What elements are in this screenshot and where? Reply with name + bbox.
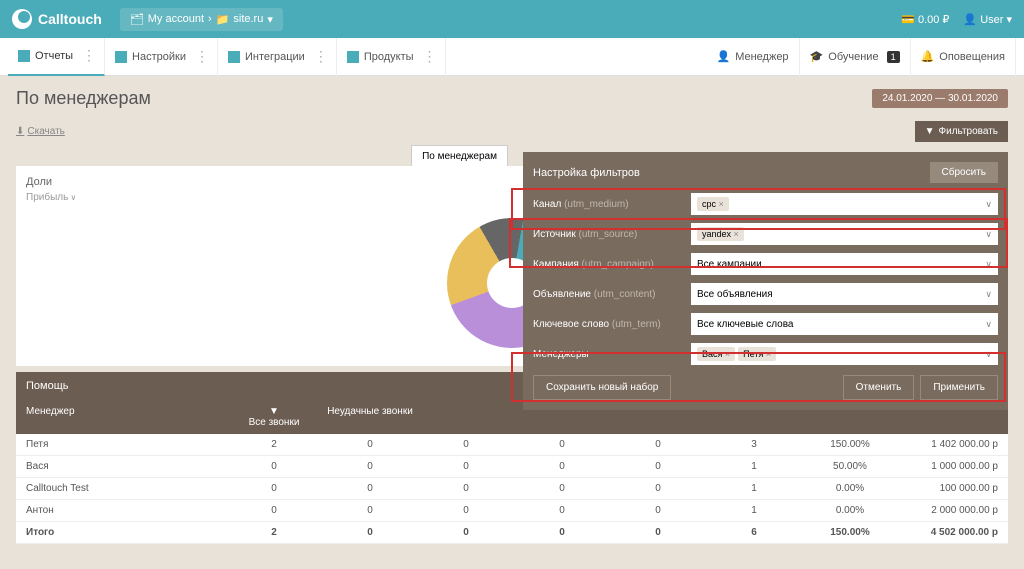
filter-btn-label: Фильтровать <box>939 126 999 137</box>
folder-icon: 📁 <box>216 13 230 26</box>
download-label: Скачать <box>27 126 65 137</box>
reset-button[interactable]: Сбросить <box>930 162 998 183</box>
filter-managers-label: Менеджеры <box>533 349 683 360</box>
tab-managers[interactable]: По менеджерам <box>411 145 508 168</box>
breadcrumb-account: My account <box>148 13 204 25</box>
tools-row: ⬇ Скачать ▼ Фильтровать <box>0 121 1024 150</box>
dots-icon[interactable]: ⋮ <box>310 48 326 65</box>
nav-training[interactable]: 🎓 Обучение1 <box>800 38 911 76</box>
filter-button[interactable]: ▼ Фильтровать <box>915 121 1008 142</box>
filter-managers-input[interactable]: ВасяПетя <box>691 343 998 365</box>
filter-campaign-input[interactable]: Все кампании <box>691 253 998 275</box>
brand-logo[interactable]: Calltouch <box>12 9 102 29</box>
breadcrumb-site: site.ru <box>233 13 263 25</box>
filter-channel-label: Канал (utm_medium) <box>533 199 683 210</box>
nav-manager[interactable]: 👤 Менеджер <box>706 38 799 76</box>
dots-icon[interactable]: ⋮ <box>78 47 94 64</box>
nav-alerts[interactable]: 🔔 Оповещения <box>911 38 1016 76</box>
download-link[interactable]: ⬇ Скачать <box>16 126 65 137</box>
briefcase-icon: 🗂 <box>130 13 144 26</box>
table-row[interactable]: Calltouch Test0000010.00%100 000.00 р <box>16 478 1008 500</box>
filter-footer: Сохранить новый набор Отменить Применить <box>533 375 998 400</box>
filter-channel-input[interactable]: cpc <box>691 193 998 215</box>
tag-cpc[interactable]: cpc <box>697 197 729 211</box>
filter-panel-title: Настройка фильтров <box>533 167 640 179</box>
filter-keyword-label: Ключевое слово (utm_term) <box>533 319 683 330</box>
page-title: По менеджерам <box>16 88 151 109</box>
nav-reports-label: Отчеты <box>35 50 73 62</box>
nav-products[interactable]: Продукты ⋮ <box>337 38 446 76</box>
table-row[interactable]: Петя200003150.00%1 402 000.00 р <box>16 434 1008 456</box>
settings-icon <box>115 51 127 63</box>
col-3[interactable] <box>418 406 514 428</box>
apply-button[interactable]: Применить <box>920 375 998 400</box>
nav-integrations-label: Интеграции <box>245 51 305 63</box>
nav-products-label: Продукты <box>364 51 414 63</box>
data-table: Петя200003150.00%1 402 000.00 рВася00000… <box>16 434 1008 544</box>
user-text: User <box>980 14 1003 26</box>
brand-text: Calltouch <box>38 11 102 27</box>
header-right: 💳 0.00 ₽ 👤 User ▾ <box>901 13 1012 26</box>
main-nav: Отчеты ⋮ Настройки ⋮ Интеграции ⋮ Продукты ⋮… <box>0 38 1024 76</box>
dots-icon[interactable]: ⋮ <box>191 48 207 65</box>
nav-integrations[interactable]: Интеграции ⋮ <box>218 38 337 76</box>
nav-settings-label: Настройки <box>132 51 186 63</box>
filter-campaign-label: Кампания (utm_campaign) <box>533 259 683 270</box>
filter-keyword-row: Ключевое слово (utm_term) Все ключевые с… <box>533 313 998 335</box>
filter-managers-row: Менеджеры ВасяПетя <box>533 343 998 365</box>
products-icon <box>347 51 359 63</box>
app-header: Calltouch 🗂 My account › 📁site.ru ▾ 💳 0.0… <box>0 0 1024 38</box>
nav-reports[interactable]: Отчеты ⋮ <box>8 38 105 76</box>
chevron-right-icon: › <box>208 13 212 25</box>
training-badge: 1 <box>887 51 900 63</box>
nav-alerts-label: Оповещения <box>939 51 1005 63</box>
funnel-icon: ▼ <box>925 126 935 137</box>
filter-keyword-input[interactable]: Все ключевые слова <box>691 313 998 335</box>
balance-text: 0.00 ₽ <box>918 14 949 26</box>
filter-source-row: Источник (utm_source) yandex <box>533 223 998 245</box>
filter-ad-label: Объявление (utm_content) <box>533 289 683 300</box>
title-row: По менеджерам 24.01.2020 — 30.01.2020 <box>0 76 1024 121</box>
breadcrumb[interactable]: 🗂 My account › 📁site.ru ▾ <box>120 8 283 31</box>
table-row[interactable]: Вася00000150.00%1 000 000.00 р <box>16 456 1008 478</box>
table-row[interactable]: Антон0000010.00%2 000 000.00 р <box>16 500 1008 522</box>
user-menu[interactable]: 👤 User ▾ <box>963 13 1012 26</box>
reports-icon <box>18 50 30 62</box>
filter-ad-row: Объявление (utm_content) Все объявления <box>533 283 998 305</box>
tag-petya[interactable]: Петя <box>738 347 776 361</box>
col-manager[interactable]: Менеджер <box>26 406 226 428</box>
filter-panel: Настройка фильтров Сбросить Канал (utm_m… <box>523 152 1008 410</box>
nav-manager-label: Менеджер <box>735 51 788 63</box>
dots-icon[interactable]: ⋮ <box>419 48 435 65</box>
wallet-icon[interactable]: 💳 0.00 ₽ <box>901 13 949 26</box>
chevron-down-icon: ▾ <box>267 13 273 26</box>
integrations-icon <box>228 51 240 63</box>
filter-campaign-row: Кампания (utm_campaign) Все кампании <box>533 253 998 275</box>
nav-training-label: Обучение <box>828 51 878 63</box>
cancel-button[interactable]: Отменить <box>843 375 915 400</box>
filter-channel-row: Канал (utm_medium) cpc <box>533 193 998 215</box>
col-failed[interactable]: Неудачные звонки <box>322 406 418 428</box>
save-set-button[interactable]: Сохранить новый набор <box>533 375 671 400</box>
filter-ad-input[interactable]: Все объявления <box>691 283 998 305</box>
filter-source-input[interactable]: yandex <box>691 223 998 245</box>
col-allcalls[interactable]: ▼Все звонки <box>226 406 322 428</box>
tag-yandex[interactable]: yandex <box>697 227 744 241</box>
tag-vasya[interactable]: Вася <box>697 347 735 361</box>
table-row[interactable]: Итого200006150.00%4 502 000.00 р <box>16 522 1008 544</box>
logo-icon <box>12 9 32 29</box>
filter-panel-header: Настройка фильтров Сбросить <box>533 162 998 183</box>
filter-source-label: Источник (utm_source) <box>533 229 683 240</box>
date-range[interactable]: 24.01.2020 — 30.01.2020 <box>872 89 1008 108</box>
nav-settings[interactable]: Настройки ⋮ <box>105 38 218 76</box>
nav-right: 👤 Менеджер 🎓 Обучение1 🔔 Оповещения <box>706 38 1016 76</box>
